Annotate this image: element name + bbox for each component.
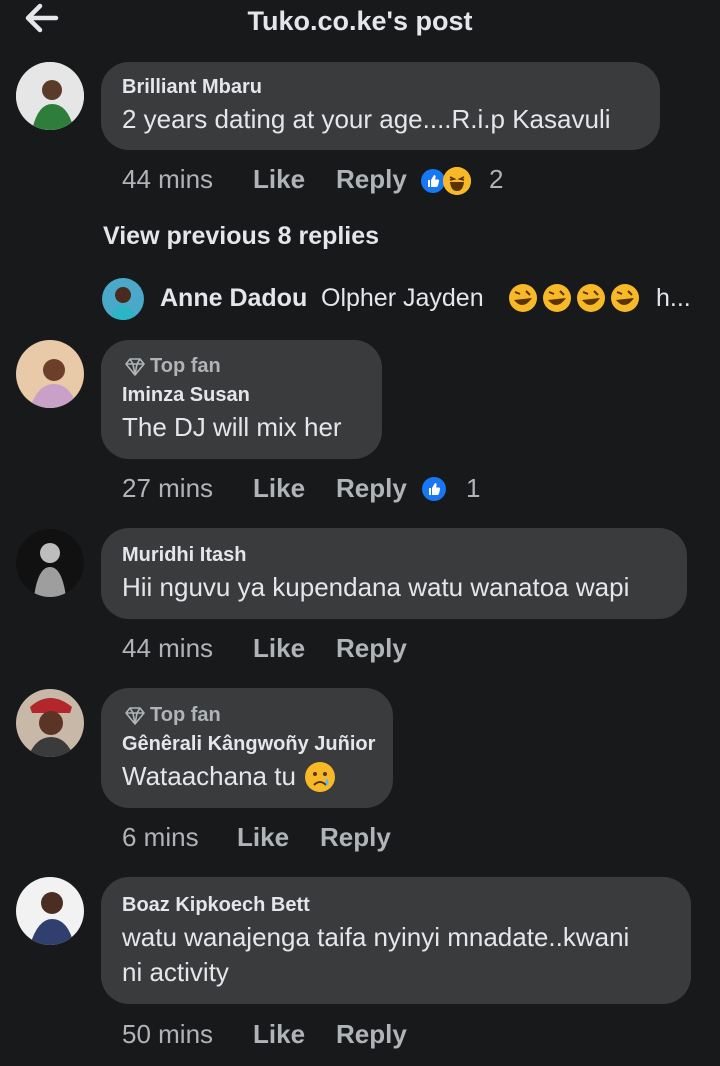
view-previous-replies-link[interactable]: View previous 8 replies bbox=[103, 222, 379, 251]
reply-button[interactable]: Reply bbox=[336, 1019, 407, 1050]
comment-bubble[interactable]: Brilliant Mbaru 2 years dating at your a… bbox=[101, 62, 660, 150]
comment-time: 44 mins bbox=[122, 633, 214, 663]
comment-bubble[interactable]: Boaz Kipkoech Bett watu wanajenga taifa … bbox=[101, 877, 691, 1004]
reply-button[interactable]: Reply bbox=[320, 822, 391, 853]
like-button[interactable]: Like bbox=[253, 1019, 305, 1050]
avatar-photo bbox=[16, 529, 84, 597]
top-fan-label: Top fan bbox=[150, 355, 221, 377]
comment-text-line-2: ni activity bbox=[122, 957, 229, 987]
reply-text: Olpher Jayden bbox=[321, 284, 484, 312]
reaction-count: 1 bbox=[466, 473, 481, 503]
avatar-photo bbox=[16, 340, 84, 408]
avatar[interactable] bbox=[16, 877, 84, 945]
like-button[interactable]: Like bbox=[253, 473, 305, 504]
top-fan-label: Top fan bbox=[150, 704, 221, 726]
diamond-icon bbox=[125, 706, 145, 725]
like-button[interactable]: Like bbox=[253, 164, 305, 195]
avatar[interactable] bbox=[16, 340, 84, 408]
avatar-photo bbox=[16, 689, 84, 757]
page-title: Tuko.co.ke's post bbox=[247, 6, 473, 36]
commenter-name[interactable]: Iminza Susan bbox=[122, 384, 250, 407]
comment-bubble[interactable]: Top fan Gênêrali Kângwoñy Juñior Wataach… bbox=[101, 688, 393, 808]
comment-time: 50 mins bbox=[122, 1019, 214, 1049]
avatar[interactable] bbox=[16, 689, 84, 757]
like-reaction-icon bbox=[422, 477, 446, 501]
crying-emoji-icon bbox=[304, 761, 335, 792]
commenter-name[interactable]: Gênêrali Kângwoñy Juñior bbox=[122, 733, 375, 756]
reply-text-truncated: h... bbox=[656, 284, 691, 312]
comment-text: 2 years dating at your age....R.i.p Kasa… bbox=[122, 104, 611, 134]
diamond-icon bbox=[125, 357, 145, 376]
top-fan-badge: Top fan bbox=[124, 355, 221, 378]
comment-text: Hii nguvu ya kupendana watu wanatoa wapi bbox=[122, 572, 630, 602]
comment-text: The DJ will mix her bbox=[122, 412, 342, 442]
haha-reaction-icon bbox=[443, 167, 471, 195]
like-button[interactable]: Like bbox=[237, 822, 289, 853]
commenter-name[interactable]: Boaz Kipkoech Bett bbox=[122, 894, 310, 917]
reply-avatar[interactable] bbox=[102, 278, 144, 320]
avatar-photo bbox=[16, 62, 84, 130]
commenter-name[interactable]: Muridhi Itash bbox=[122, 544, 246, 567]
avatar-photo bbox=[102, 278, 144, 320]
laughing-emoji-row bbox=[508, 283, 640, 313]
like-reaction-icon bbox=[421, 169, 445, 193]
reply-author-name[interactable]: Anne Dadou bbox=[160, 284, 307, 313]
comment-text: Wataachana tu bbox=[122, 761, 296, 791]
rofl-emoji-icon bbox=[577, 284, 605, 312]
reply-button[interactable]: Reply bbox=[336, 633, 407, 664]
reaction-count: 2 bbox=[489, 164, 504, 194]
like-button[interactable]: Like bbox=[253, 633, 305, 664]
rofl-emoji-icon bbox=[543, 284, 571, 312]
comment-time: 44 mins bbox=[122, 164, 214, 194]
rofl-emoji-icon bbox=[509, 284, 537, 312]
comment-bubble[interactable]: Top fan Iminza Susan The DJ will mix her bbox=[101, 340, 382, 459]
top-fan-badge: Top fan bbox=[124, 704, 221, 727]
comment-text-line-1: watu wanajenga taifa nyinyi mnadate..kwa… bbox=[122, 922, 630, 952]
avatar[interactable] bbox=[16, 62, 84, 130]
reply-button[interactable]: Reply bbox=[336, 164, 407, 195]
comment-text-row: Wataachana tu bbox=[122, 759, 336, 794]
avatar[interactable] bbox=[16, 529, 84, 597]
rofl-emoji-icon bbox=[611, 284, 639, 312]
reactions-summary[interactable] bbox=[421, 167, 471, 195]
reactions-summary[interactable] bbox=[422, 477, 446, 506]
comment-time: 6 mins bbox=[122, 822, 199, 852]
comment-time: 27 mins bbox=[122, 473, 214, 503]
avatar-photo bbox=[16, 877, 84, 945]
commenter-name[interactable]: Brilliant Mbaru bbox=[122, 76, 262, 99]
reply-button[interactable]: Reply bbox=[336, 473, 407, 504]
comment-bubble[interactable]: Muridhi Itash Hii nguvu ya kupendana wat… bbox=[101, 528, 687, 619]
